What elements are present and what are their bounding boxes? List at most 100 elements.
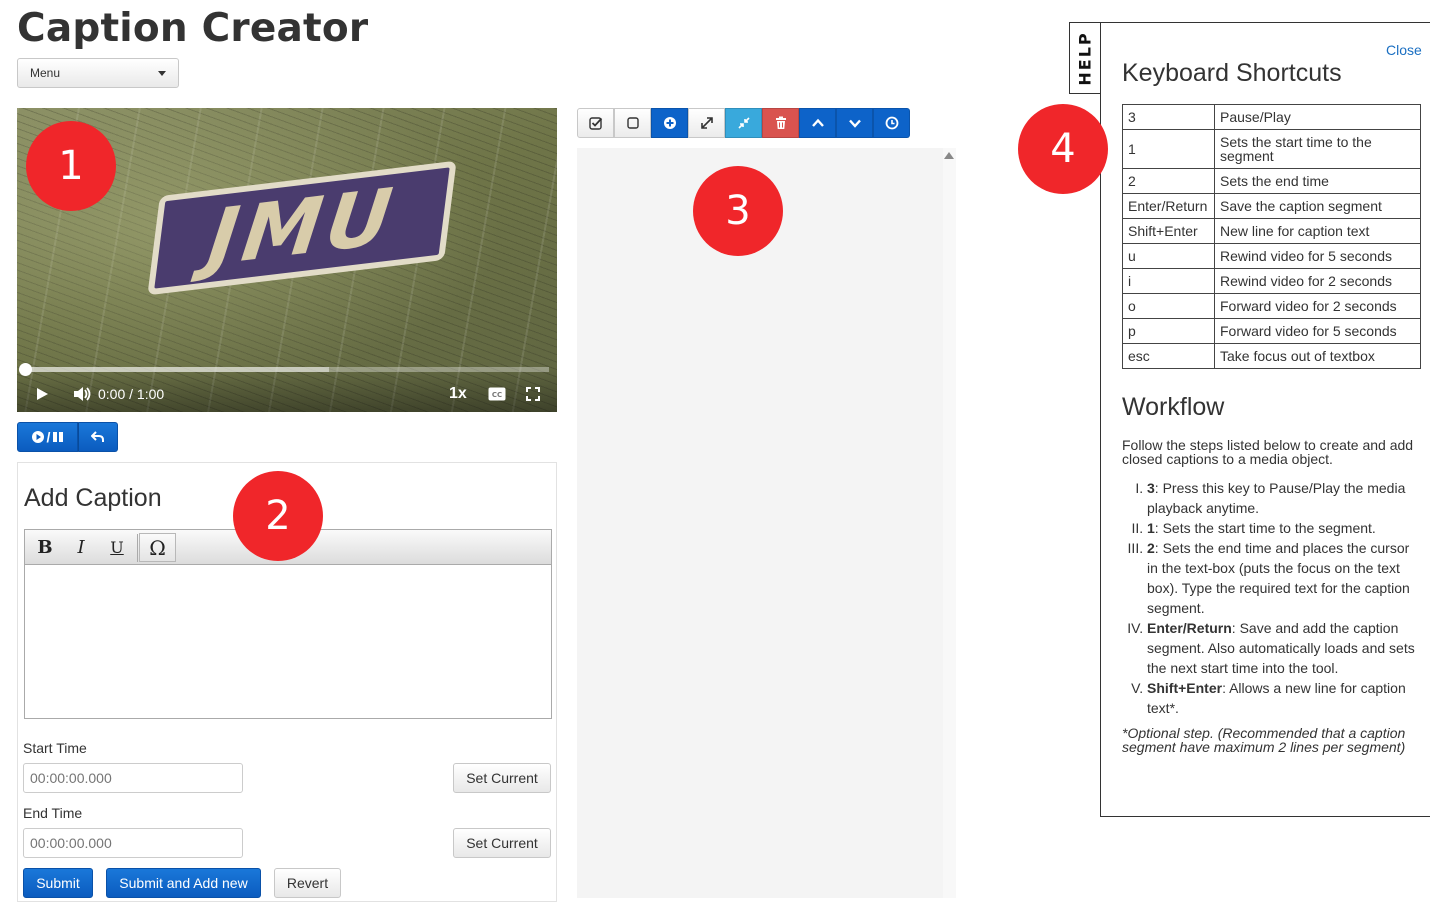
- revert-button[interactable]: Revert: [274, 868, 341, 898]
- workflow-heading: Workflow: [1122, 393, 1225, 421]
- workflow-step: 2: Sets the end time and places the curs…: [1147, 538, 1424, 618]
- end-time-input[interactable]: [23, 828, 243, 858]
- expand-icon: [700, 117, 713, 129]
- workflow-step: 1: Sets the start time to the segment.: [1147, 518, 1424, 538]
- shortcut-action: Take focus out of textbox: [1214, 343, 1421, 369]
- playback-speed-button[interactable]: 1x: [449, 385, 467, 403]
- italic-button[interactable]: I: [63, 533, 99, 562]
- page-title: Caption Creator: [17, 6, 369, 51]
- pause-icon: [53, 432, 64, 442]
- shortcut-row: i Rewind video for 2 seconds: [1122, 268, 1421, 294]
- video-buffer-bar: [25, 367, 329, 372]
- shortcut-key: esc: [1122, 343, 1215, 369]
- special-character-button[interactable]: Ω: [139, 533, 176, 562]
- workflow-intro: Follow the steps listed below to create …: [1122, 437, 1414, 467]
- shortcut-action: Pause/Play: [1214, 104, 1421, 130]
- step-marker-2: 2: [233, 471, 323, 561]
- play-icon[interactable]: [35, 387, 49, 401]
- delete-segment-button[interactable]: [762, 108, 799, 138]
- deselect-all-button[interactable]: [614, 108, 651, 138]
- start-time-input[interactable]: [23, 763, 243, 793]
- shortcut-key: o: [1122, 293, 1215, 319]
- check-square-icon: [588, 117, 602, 130]
- step-marker-4: 4: [1018, 104, 1108, 194]
- move-segment-down-button[interactable]: [836, 108, 873, 138]
- caption-segment-list[interactable]: [577, 148, 943, 898]
- closed-captions-icon[interactable]: CC: [488, 387, 506, 401]
- help-tab[interactable]: HELP: [1069, 22, 1101, 94]
- volume-icon[interactable]: [73, 386, 93, 402]
- workflow-step-key: Enter/Return: [1147, 620, 1232, 636]
- keyboard-shortcuts-table: 3 Pause/Play 1 Sets the start time to the s…: [1122, 104, 1421, 369]
- set-current-end-button[interactable]: Set Current: [453, 828, 551, 858]
- shortcut-key: i: [1122, 268, 1215, 294]
- svg-text:CC: CC: [492, 391, 502, 399]
- rewind-button[interactable]: [78, 422, 118, 452]
- help-panel: Close Keyboard Shortcuts 3 Pause/Play 1 Set…: [1100, 22, 1430, 817]
- shortcut-key: 2: [1122, 168, 1215, 194]
- shortcut-action: Rewind video for 5 seconds: [1214, 243, 1421, 269]
- shortcut-row: 3 Pause/Play: [1122, 104, 1421, 130]
- submit-button[interactable]: Submit: [23, 868, 93, 898]
- duration: 1:00: [136, 386, 165, 402]
- workflow-step-text: : Sets the end time and places the curso…: [1147, 540, 1410, 616]
- shortcut-row: o Forward video for 2 seconds: [1122, 293, 1421, 319]
- add-segment-button[interactable]: [651, 108, 688, 138]
- keyboard-shortcuts-heading: Keyboard Shortcuts: [1122, 59, 1342, 87]
- video-progress-knob[interactable]: [19, 363, 32, 376]
- video-time-display: 0:00 / 1:00: [98, 386, 164, 402]
- step-marker-3: 3: [693, 166, 783, 256]
- plus-circle-icon: [663, 117, 676, 129]
- scroll-up-arrow-icon[interactable]: [944, 152, 954, 159]
- move-segment-up-button[interactable]: [799, 108, 836, 138]
- sync-time-button[interactable]: [873, 108, 910, 138]
- workflow-step-text: : Sets the start time to the segment.: [1154, 520, 1376, 536]
- chevron-up-icon: [811, 118, 824, 127]
- shortcut-action: Rewind video for 2 seconds: [1214, 268, 1421, 294]
- shortcut-key: Shift+Enter: [1122, 218, 1215, 244]
- workflow-step-key: Shift+Enter: [1147, 680, 1223, 696]
- set-current-start-button[interactable]: Set Current: [453, 763, 551, 793]
- start-time-label: Start Time: [23, 740, 87, 756]
- caption-text-area[interactable]: [25, 566, 551, 718]
- add-caption-heading: Add Caption: [24, 484, 162, 512]
- shortcut-row: Enter/Return Save the caption segment: [1122, 193, 1421, 219]
- submit-and-add-new-button[interactable]: Submit and Add new: [106, 868, 261, 898]
- caret-down-icon: [158, 70, 166, 76]
- underline-button[interactable]: U: [99, 533, 135, 562]
- clock-icon: [885, 116, 898, 130]
- video-frame-logo: JMU: [147, 160, 457, 296]
- playback-button-group: /: [17, 422, 118, 452]
- segment-toolbar: [577, 108, 910, 138]
- menu-label: Menu: [30, 66, 61, 80]
- shortcut-key: 1: [1122, 129, 1215, 169]
- shortcut-row: p Forward video for 5 seconds: [1122, 318, 1421, 344]
- shortcut-action: Save the caption segment: [1214, 193, 1421, 219]
- trash-icon: [775, 116, 786, 129]
- menu-dropdown-button[interactable]: Menu: [17, 58, 179, 88]
- workflow-step: Shift+Enter: Allows a new line for capti…: [1147, 678, 1424, 718]
- current-time: 0:00: [98, 386, 126, 402]
- shortcut-row: Shift+Enter New line for caption text: [1122, 218, 1421, 244]
- close-help-link[interactable]: Close: [1386, 42, 1422, 58]
- merge-segment-button[interactable]: [725, 108, 762, 138]
- select-all-button[interactable]: [577, 108, 614, 138]
- shortcut-row: u Rewind video for 5 seconds: [1122, 243, 1421, 269]
- shortcut-row: 2 Sets the end time: [1122, 168, 1421, 194]
- segment-list-scrollbar[interactable]: [943, 148, 956, 898]
- bold-button[interactable]: B: [27, 533, 63, 562]
- fullscreen-icon[interactable]: [526, 387, 540, 401]
- shortcut-action: Forward video for 5 seconds: [1214, 318, 1421, 344]
- shortcut-row: esc Take focus out of textbox: [1122, 343, 1421, 369]
- time-separator: /: [129, 386, 134, 402]
- play-pause-button[interactable]: /: [17, 422, 78, 452]
- shortcut-key: 3: [1122, 104, 1215, 130]
- shortcut-key: Enter/Return: [1122, 193, 1215, 219]
- workflow-step-key: 3: [1147, 480, 1155, 496]
- step-marker-1: 1: [26, 121, 116, 211]
- compress-icon: [737, 117, 750, 129]
- expand-segment-button[interactable]: [688, 108, 725, 138]
- workflow-note: *Optional step. (Recommended that a capt…: [1122, 725, 1406, 755]
- play-circle-icon: [31, 431, 44, 443]
- shortcut-key: p: [1122, 318, 1215, 344]
